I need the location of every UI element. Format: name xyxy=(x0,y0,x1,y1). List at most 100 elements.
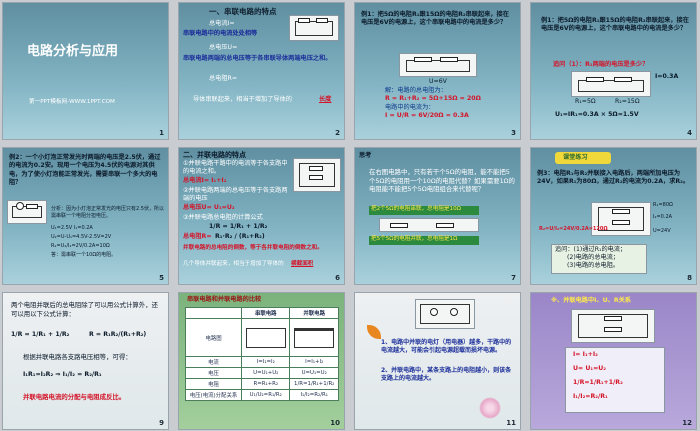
table-row: 电压(电流)分配关系 U₁/U₂=R₁/R₂ I₁/I₂=R₂/R₁ xyxy=(184,389,339,401)
table-cell: R=R₁+R₂ xyxy=(241,378,291,390)
parallel-resistance-note: 并联电路的总电阻的倒数，等于各并联电阻的倒数之和。 xyxy=(183,245,323,251)
table-header-cell xyxy=(184,307,243,319)
leaf-decoration-icon xyxy=(367,325,381,339)
voltage-label: U=6V xyxy=(429,78,447,85)
follow-up-question: 追问（1）：R₁两端的电压是多少？ xyxy=(553,61,649,68)
slide-number: 10 xyxy=(330,419,340,427)
i2-label: I₂=0.2A xyxy=(653,214,673,220)
table-cell: 1/R=1/R₁+1/R₂ xyxy=(289,378,339,390)
slide-tag: 思考 xyxy=(359,152,372,159)
answer-line: U₁=IR₁=0.3A × 5Ω=1.5V xyxy=(555,111,639,118)
total-resistance-label: 总电阻R= xyxy=(209,75,238,82)
reciprocal-formula: 1/R = 1/R₁ + 1/R₂ xyxy=(11,331,70,338)
slide-thumbnail-2[interactable]: 一、串联电路的特点 总电流I= 串联电路中的电流处处相等 总电压U= 串联电路两… xyxy=(178,2,345,140)
relation-item: I= I₁+I₂ xyxy=(573,351,598,358)
table-row: 电路图 xyxy=(184,318,339,357)
analysis-text: 分析：因为小灯泡正常发光的电压只有2.5伏，所以需串联一个电阻分担电压。 xyxy=(51,206,164,219)
example-question: 例2：一个小灯泡正常发光时两端的电压是2.5伏，通过的电流为0.2安。现用一个电… xyxy=(9,154,161,187)
conclusion-text: 1、电路中并联的电灯（用电器）越多，干路中的电流越大，可能会引起电源超载而损坏电… xyxy=(381,339,512,355)
r1-label: R₁=80Ω xyxy=(653,202,673,208)
table-cell: U₁/U₂=R₁/R₂ xyxy=(241,389,291,401)
slide-number: 11 xyxy=(506,419,516,427)
slide-thumbnail-8[interactable]: 课堂练习 例3：电阻R₁与R₂并联接入电路后，两端所加电压为24V，如果R₁为8… xyxy=(530,147,697,285)
resistor-chain-diagram xyxy=(379,218,479,232)
slide-number: 3 xyxy=(511,129,516,137)
slide-sorter-grid: 电路分析与应用 第一PPT模板网-WWW.1PPT.COM 1 一、串联电路的特… xyxy=(2,2,698,430)
solution-formula: R₂=U/I₂=24V/0.2A=120Ω xyxy=(539,226,608,232)
slide-number: 9 xyxy=(159,419,164,427)
parallel-circuit-diagram xyxy=(293,158,341,192)
slide-number: 2 xyxy=(335,129,340,137)
parallel-voltage-formula: 总电压U= U₁=U₂ xyxy=(183,204,235,211)
table-header-row: 串联电路 并联电路 xyxy=(184,307,339,319)
example-question: 例1：把5Ω的电阻R₁跟15Ω的电阻R₂串联起来，接在电压是6V的电源上，这个串… xyxy=(361,11,509,27)
r1-label: R₁=5Ω xyxy=(575,98,596,105)
table-cell: 电压 xyxy=(184,367,243,379)
step-resistance: R₂=U₂/I₂=2V/0.2A=10Ω xyxy=(51,243,110,249)
slide-thumbnail-11[interactable]: 1、电路中并联的电灯（用电器）越多，干路中的电流越大，可能会引起电源超载而损坏电… xyxy=(354,292,521,430)
conclusion-text: 2、并联电路中，某条支路上的电阻越小，则该条支路上的电流越大。 xyxy=(381,367,512,383)
intro-text: 两个电阻并联后的总电阻除了可以用公式计算外，还可以用以下公式计算： xyxy=(11,301,158,318)
total-voltage-label: 总电压U= xyxy=(209,44,238,51)
relation-item: U= U₁=U₂ xyxy=(573,365,607,372)
keyword-cross-section: 横截面积 xyxy=(291,261,314,267)
table-cell: U=U₁=U₂ xyxy=(289,367,339,379)
conclusion-text: 并联电路电流的分配与电阻成反比。 xyxy=(23,393,126,401)
slide-number: 4 xyxy=(687,129,692,137)
flower-decoration-icon xyxy=(479,397,501,419)
product-over-sum-formula: R = R₁R₂/(R₁+R₂) xyxy=(89,331,147,338)
table-cell: 电路图 xyxy=(184,318,243,357)
table-cell: I₁/I₂=R₂/R₁ xyxy=(289,389,339,401)
slide-thumbnail-10[interactable]: 串联电路和并联电路的比较 串联电路 并联电路 电路图 电流 I=I₁=I₂ I=… xyxy=(178,292,345,430)
r2-label: R₂=15Ω xyxy=(615,98,640,105)
answer-parallel: 把5个5Ω的电阻并联，总电阻是1Ω xyxy=(371,236,458,242)
product-over-sum-formula: R₁·R₂ / (R₁+R₂) xyxy=(215,233,265,240)
solution-formula: R = R₁+R₂ = 5Ω+15Ω = 20Ω xyxy=(385,95,481,102)
table-row: 电阻 R=R₁+R₂ 1/R=1/R₁+1/R₂ xyxy=(184,378,339,390)
current-ratio-formula: I₁R₁=I₂R₂ ⇒ I₁/I₂ = R₂/R₁ xyxy=(23,371,102,378)
slide-thumbnail-12[interactable]: ※、并联电路中I、U、R关系 I= I₁+I₂ U= U₁=U₂ 1/R=1/R… xyxy=(530,292,697,430)
parallel-voltage-rule: ②并联电路两端的总电压等于各支路两端的电压 xyxy=(183,187,288,203)
series-resistance-note: 导体串联起来，相当于增加了导体的 xyxy=(193,96,292,103)
slide-title: 串联电路和并联电路的比较 xyxy=(187,296,262,303)
series-diagram-cell xyxy=(241,318,291,357)
relation-item: I₁/I₂=R₂/R₁ xyxy=(573,393,608,400)
slide-number: 1 xyxy=(159,129,164,137)
slide-heading: 一、串联电路的特点 xyxy=(209,7,277,16)
parallel-current-formula: 总电流I= I₁+I₂ xyxy=(183,177,227,184)
given-values: U₁=2.5V I₁=0.2A xyxy=(51,225,93,231)
example-circuit-diagram xyxy=(571,71,651,97)
voltage-label: U=24V xyxy=(653,228,671,234)
table-cell: 电流 xyxy=(184,356,243,368)
lamp-circuit-diagram xyxy=(7,200,47,224)
relation-item: 1/R=1/R₁+1/R₂ xyxy=(573,379,623,386)
slide-number: 6 xyxy=(335,274,340,282)
table-cell: U=U₁+U₂ xyxy=(241,367,291,379)
answer-series: 把2个5Ω的电阻串联，总电阻是10Ω xyxy=(371,206,461,212)
slide-thumbnail-1[interactable]: 电路分析与应用 第一PPT模板网-WWW.1PPT.COM 1 xyxy=(2,2,169,140)
slide-thumbnail-9[interactable]: 两个电阻并联后的总电阻除了可以用公式计算外，还可以用以下公式计算： 1/R = … xyxy=(2,292,169,430)
answer-line: 答：需串联一个10Ω的电阻。 xyxy=(51,252,117,258)
example-question: 例3：电阻R₁与R₂并联接入电路后，两端所加电压为24V，如果R₁为80Ω，通过… xyxy=(537,170,690,186)
slide-thumbnail-3[interactable]: 例1：把5Ω的电阻R₁跟15Ω的电阻R₂串联起来，接在电压是6V的电源上，这个串… xyxy=(354,2,521,140)
comparison-table: 串联电路 并联电路 电路图 电流 I=I₁=I₂ I=I₁+I₂ 电压 U=U₁… xyxy=(184,307,339,401)
example-circuit-diagram xyxy=(399,53,477,77)
series-circuit-diagram xyxy=(289,15,339,41)
slide-number: 8 xyxy=(687,274,692,282)
slide-thumbnail-4[interactable]: 例1：把5Ω的电阻R₁跟15Ω的电阻R₂串联起来，接在电压是6V的电源上，这个串… xyxy=(530,2,697,140)
slide-thumbnail-7[interactable]: 思考 在右图电路中，只有若干个5Ω的电阻，能不能把5个5Ω的电阻用一个10Ω的电… xyxy=(354,147,521,285)
slide-thumbnail-6[interactable]: 二、并联电路的特点 ①并联电路干路中的电流等于各支路中的电流之和。 总电流I= … xyxy=(178,147,345,285)
parallel-resistance-rule: ③并联电路总电阻的计算公式 xyxy=(183,214,263,221)
slide-number: 7 xyxy=(511,274,516,282)
table-row: 电压 U=U₁+U₂ U=U₁=U₂ xyxy=(184,367,339,379)
total-current-label: 总电流I= xyxy=(209,20,235,27)
slide-thumbnail-5[interactable]: 例2：一个小灯泡正常发光时两端的电压是2.5伏，通过的电流为0.2安。现用一个电… xyxy=(2,147,169,285)
table-header-cell: 串联电路 xyxy=(241,307,291,319)
table-cell: 电压(电流)分配关系 xyxy=(184,389,243,401)
table-header-cell: 并联电路 xyxy=(289,307,339,319)
table-cell: 电阻 xyxy=(184,378,243,390)
exercise-badge-label: 课堂练习 xyxy=(563,154,588,161)
series-current-rule: 串联电路中的电流处处相等 xyxy=(183,30,258,37)
thinking-question: 在右图电路中，只有若干个5Ω的电阻，能不能把5个5Ω的电阻用一个10Ω的电阻代替… xyxy=(369,168,515,194)
current-label: I=0.3A xyxy=(655,73,679,80)
